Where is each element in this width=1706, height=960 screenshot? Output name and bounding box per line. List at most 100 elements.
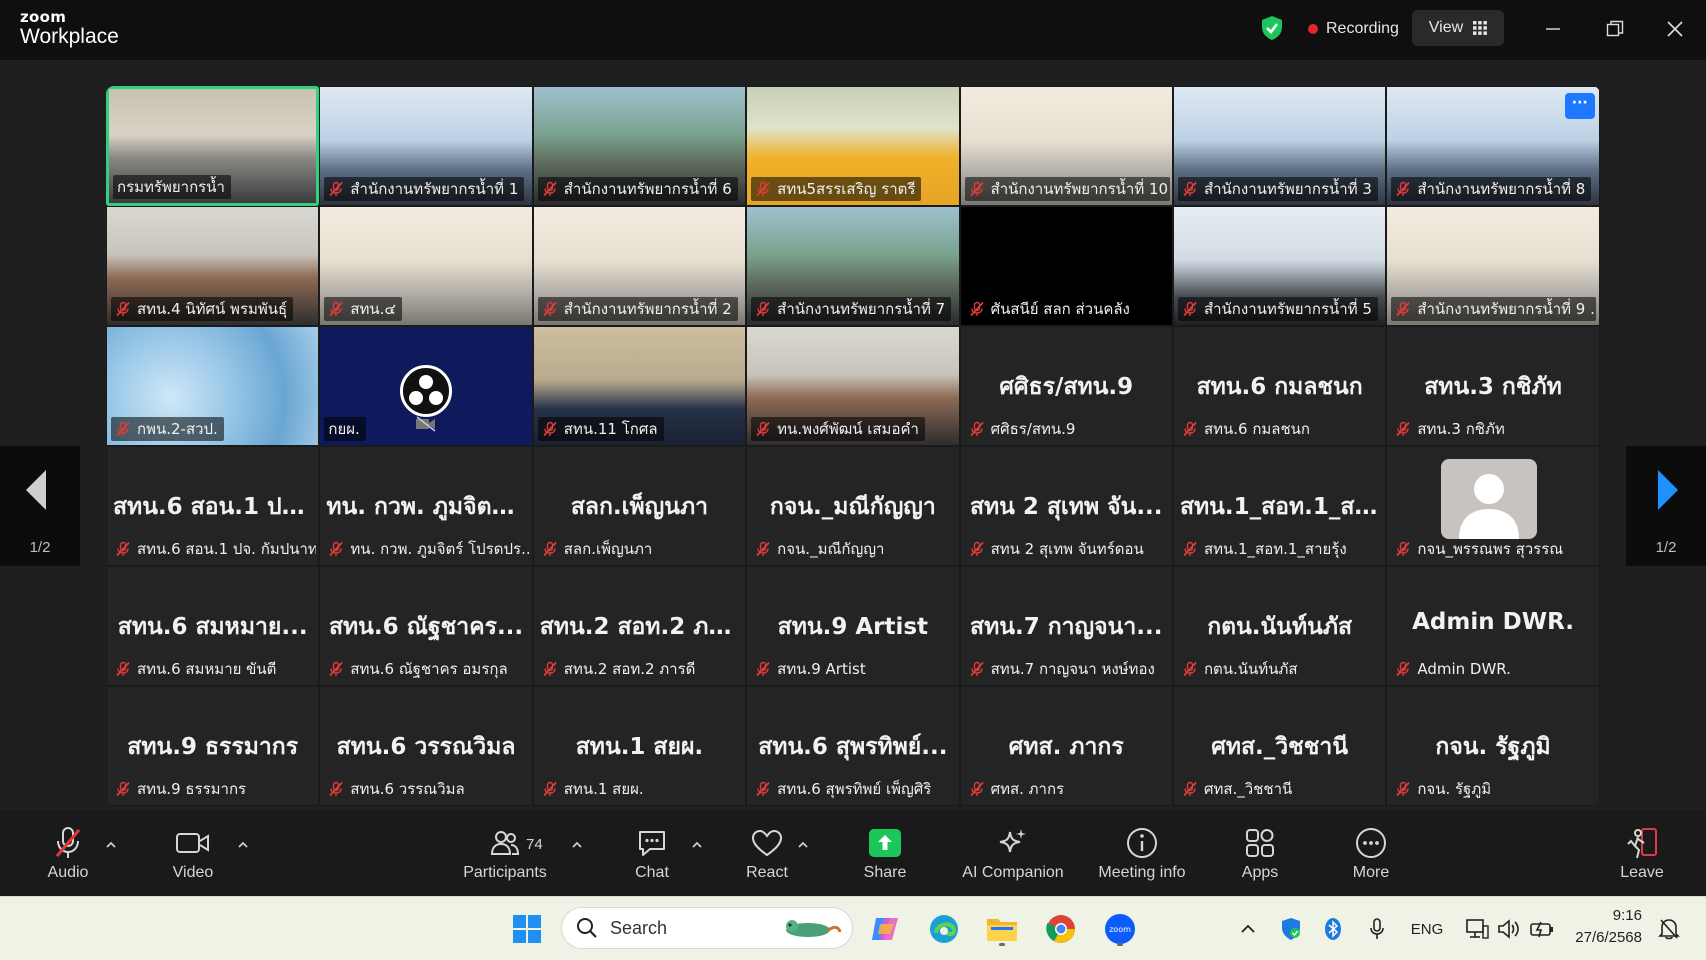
- participant-tile[interactable]: สำนักงานทรัพยากรน้ำที่ 6: [532, 86, 747, 206]
- audio-button[interactable]: Audio: [40, 824, 96, 890]
- react-options-chevron-up-icon[interactable]: [796, 838, 810, 852]
- react-button[interactable]: React: [745, 824, 789, 890]
- participant-tile[interactable]: สทน.๔: [319, 206, 533, 326]
- file-explorer-button[interactable]: [982, 909, 1022, 949]
- microphone-tray-button[interactable]: [1364, 915, 1390, 943]
- participant-tile[interactable]: สำนักงานทรัพยากรน้ำที่ 10: [959, 86, 1173, 206]
- participant-tile[interactable]: สำนักงานทรัพยากรน้ำที่ 9 ...: [1386, 206, 1600, 326]
- participant-tile[interactable]: ศทส._วิชชานี ศทส._วิชชานี: [1172, 686, 1387, 806]
- participant-name-label: สำนักงานทรัพยากรน้ำที่ 7: [751, 297, 952, 321]
- defender-tray-button[interactable]: [1278, 915, 1304, 943]
- participant-name-text: สำนักงานทรัพยากรน้ำที่ 7: [777, 300, 946, 318]
- next-page-button[interactable]: 1/2: [1626, 446, 1706, 566]
- show-hidden-icons-button[interactable]: [1236, 915, 1260, 943]
- gallery-grid: กรมทรัพยากรน้ำ สำนักงานทรัพยากรน้ำที่ 1 สำ…: [106, 86, 1600, 806]
- participant-tile[interactable]: สทน.11 โกศล: [532, 326, 747, 446]
- video-button[interactable]: Video: [165, 824, 221, 890]
- camera-off-icon: [415, 415, 437, 433]
- taskbar-search-box[interactable]: Search: [561, 907, 853, 949]
- zoom-window: zoom Workplace Recording View 1/2 1/2 กร…: [0, 0, 1706, 960]
- participants-options-chevron-up-icon[interactable]: [570, 838, 584, 852]
- network-tray-button[interactable]: [1464, 915, 1490, 943]
- participant-display-name: สทน.6 ณัฐชาคร...: [328, 614, 524, 640]
- notifications-button[interactable]: [1656, 915, 1682, 943]
- participant-tile[interactable]: สทน.6 วรรณวิมล สทน.6 วรรณวิมล: [319, 686, 533, 806]
- security-shield-icon: [1282, 918, 1300, 940]
- participant-tile[interactable]: สทน.7 กาญจนา... สทน.7 กาญจนา หงษ์ทอง: [959, 566, 1173, 686]
- edge-app-button[interactable]: [924, 909, 964, 949]
- participant-tile[interactable]: ศันสนีย์ สลก ส่วนคลัง: [959, 206, 1173, 326]
- participant-tile[interactable]: สำนักงานทรัพยากรน้ำที่ 5: [1172, 206, 1387, 326]
- participant-tile[interactable]: สทน.4 นิทัศน์ พรมพันธุ์: [106, 206, 320, 326]
- participant-tile[interactable]: สทน.3 กชิภัท สทน.3 กชิภัท: [1386, 326, 1600, 446]
- participant-tile[interactable]: ทน.พงศ์พัฒน์ เสมอคำ: [746, 326, 960, 446]
- leave-button[interactable]: Leave: [1616, 824, 1668, 890]
- audio-options-chevron-up-icon[interactable]: [104, 838, 118, 852]
- participant-tile[interactable]: Admin DWR. Admin DWR.: [1386, 566, 1600, 686]
- bluetooth-tray-button[interactable]: [1320, 915, 1346, 943]
- participant-tile[interactable]: สทน5สรรเสริญ ราตรี: [746, 86, 960, 206]
- chrome-app-button[interactable]: [1041, 909, 1081, 949]
- encryption-shield-icon[interactable]: [1260, 15, 1284, 41]
- microphone-muted-icon: [1396, 541, 1411, 557]
- participant-tile[interactable]: กจน. รัฐภูมิ กจน. รัฐภูมิ: [1386, 686, 1600, 806]
- participant-tile[interactable]: สทน.6 กมลชนก สทน.6 กมลชนก: [1172, 326, 1387, 446]
- participant-tile[interactable]: สำนักงานทรัพยากรน้ำที่ 7: [746, 206, 960, 326]
- participant-tile[interactable]: สทน.6 ณัฐชาคร... สทน.6 ณัฐชาคร อมรกุล: [319, 566, 533, 686]
- participant-tile[interactable]: ศศิธร/สทน.9 ศศิธร/สทน.9: [959, 326, 1173, 446]
- participant-tile[interactable]: สทน.2 สอท.2 ภารดี สทน.2 สอท.2 ภารดี: [532, 566, 747, 686]
- participant-name-label: สทน.4 นิทัศน์ พรมพันธุ์: [111, 297, 294, 321]
- close-button[interactable]: [1660, 14, 1690, 44]
- participants-button[interactable]: Participants: [460, 824, 550, 890]
- meeting-info-button[interactable]: Meeting info: [1092, 824, 1192, 890]
- participant-tile[interactable]: กพน.2-สวป.: [106, 326, 320, 446]
- arrow-right-icon: [1658, 470, 1678, 510]
- participant-name-text: สทน 2 สุเทพ จันทร์ดอน: [990, 540, 1144, 558]
- participant-tile[interactable]: กยผ.: [319, 326, 533, 446]
- microphone-muted-icon: [969, 181, 984, 197]
- video-options-chevron-up-icon[interactable]: [236, 838, 250, 852]
- recording-indicator[interactable]: Recording: [1300, 12, 1409, 46]
- meeting-info-label: Meeting info: [1098, 864, 1186, 881]
- apps-button[interactable]: Apps: [1236, 824, 1284, 890]
- participant-tile[interactable]: กจน_พรรณพร สุวรรณ: [1386, 446, 1600, 566]
- start-button[interactable]: [507, 909, 547, 949]
- battery-tray-button[interactable]: [1528, 915, 1556, 943]
- participant-tile[interactable]: กจน._มณีกัญญา กจน._มณีกัญญา: [746, 446, 960, 566]
- participant-tile[interactable]: สลก.เพ็ญนภา สลก.เพ็ญนภา: [532, 446, 747, 566]
- volume-tray-button[interactable]: [1496, 915, 1522, 943]
- taskbar-clock[interactable]: 9:16 27/6/2568: [1570, 905, 1642, 949]
- windows-taskbar: Search zoom ENG 9:16 27/6/2568: [0, 896, 1706, 960]
- logo-line2: Workplace: [20, 25, 119, 48]
- chat-options-chevron-up-icon[interactable]: [690, 838, 704, 852]
- participant-tile[interactable]: สทน.6 สอน.1 ปจ... สทน.6 สอน.1 ปจ. กัมปนาท: [106, 446, 320, 566]
- participant-tile[interactable]: สทน.1_สอท.1_สา... สทน.1_สอท.1_สายรุ้ง: [1172, 446, 1387, 566]
- share-button[interactable]: Share: [861, 824, 909, 890]
- participant-tile[interactable]: สำนักงานทรัพยากรน้ำที่ 1: [319, 86, 533, 206]
- tile-more-options-button[interactable]: ···: [1564, 93, 1595, 119]
- language-indicator[interactable]: ENG: [1404, 915, 1450, 943]
- participant-tile[interactable]: สทน.9 ธรรมากร สทน.9 ธรรมากร: [106, 686, 320, 806]
- participant-name-label: สทน.๔: [324, 297, 402, 321]
- participant-tile[interactable]: ศทส. ภากร ศทส. ภากร: [959, 686, 1173, 806]
- participant-tile[interactable]: สทน.6 สมหมาย... สทน.6 สมหมาย ขันตี: [106, 566, 320, 686]
- more-button[interactable]: More: [1347, 824, 1395, 890]
- participant-tile[interactable]: กรมทรัพยากรน้ำ: [106, 86, 320, 206]
- participant-tile[interactable]: สทน.6 สุพรทิพย์... สทน.6 สุพรทิพย์ เพ็ญศิ…: [746, 686, 960, 806]
- previous-page-button[interactable]: 1/2: [0, 446, 80, 566]
- participant-tile[interactable]: ทน. กวพ. ภูมจิตร์... ทน. กวพ. ภูมจิตร์ โป…: [319, 446, 533, 566]
- ai-companion-button[interactable]: AI Companion: [958, 824, 1068, 890]
- minimize-button[interactable]: [1538, 14, 1568, 44]
- participant-tile[interactable]: สำนักงานทรัพยากรน้ำที่ 2: [532, 206, 747, 326]
- chat-button[interactable]: Chat: [630, 824, 674, 890]
- zoom-app-button[interactable]: zoom: [1100, 909, 1140, 949]
- participant-tile[interactable]: กตน.นันท์นภัส กตน.นันท์นภัส: [1172, 566, 1387, 686]
- participant-tile[interactable]: สำนักงานทรัพยากรน้ำที่ 3: [1172, 86, 1387, 206]
- participant-tile[interactable]: สำนักงานทรัพยากรน้ำที่ 8 ···: [1386, 86, 1600, 206]
- participant-tile[interactable]: สทน.1 สยผ. สทน.1 สยผ.: [532, 686, 747, 806]
- restore-button[interactable]: [1600, 14, 1630, 44]
- copilot-app-button[interactable]: [866, 909, 906, 949]
- view-button[interactable]: View: [1412, 10, 1504, 46]
- participant-tile[interactable]: สทน.9 Artist สทน.9 Artist: [746, 566, 960, 686]
- participant-tile[interactable]: สทน 2 สุเทพ จัน... สทน 2 สุเทพ จันทร์ดอน: [959, 446, 1173, 566]
